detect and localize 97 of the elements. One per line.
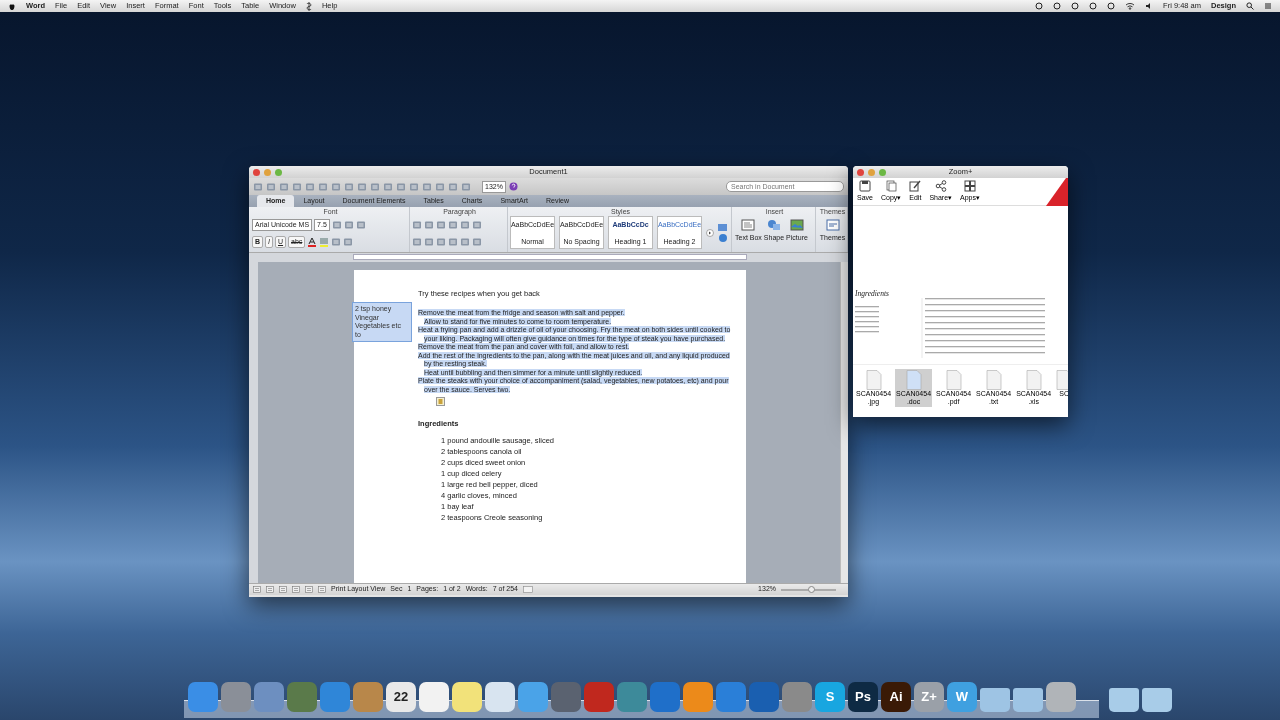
- toolbar-icon[interactable]: [412, 236, 422, 247]
- vertical-scrollbar[interactable]: [840, 262, 848, 583]
- toolbar-icon[interactable]: [292, 181, 302, 192]
- toolbar-icon[interactable]: [253, 181, 263, 192]
- file-icon: [985, 370, 1002, 390]
- toolbar-icon[interactable]: [424, 219, 434, 230]
- toolbar-icon[interactable]: [266, 181, 276, 192]
- toolbar-icon[interactable]: [412, 219, 422, 230]
- toolbar-icon[interactable]: [331, 236, 342, 247]
- book-icon[interactable]: [523, 586, 533, 593]
- toolbar-icon[interactable]: [422, 181, 432, 192]
- folder-icon[interactable]: [980, 688, 1010, 712]
- app-icon[interactable]: [551, 682, 581, 712]
- script-icon: [305, 1, 312, 11]
- minimize-button[interactable]: [868, 168, 875, 176]
- app-icon[interactable]: [254, 682, 284, 712]
- share-icon: [934, 180, 947, 193]
- app-icon[interactable]: [518, 682, 548, 712]
- toolbar-icon[interactable]: [472, 236, 482, 247]
- toolbar-icon[interactable]: [331, 219, 342, 230]
- folder-icon[interactable]: [1013, 688, 1043, 712]
- file-icon: [1025, 370, 1042, 390]
- text-box-icon: [741, 219, 756, 231]
- zoom-button[interactable]: [275, 168, 282, 176]
- file-icon: [865, 370, 882, 390]
- picture-icon: [790, 219, 804, 231]
- toolbar-icon[interactable]: [355, 219, 366, 230]
- app-icon[interactable]: [419, 682, 449, 712]
- folder-icon[interactable]: [1109, 688, 1139, 712]
- file-icon: [905, 370, 922, 390]
- toolbar-icon[interactable]: [461, 181, 471, 192]
- toolbar-icon[interactable]: [436, 236, 446, 247]
- minimize-button[interactable]: [264, 168, 271, 176]
- app-icon[interactable]: [452, 682, 482, 712]
- app-icon[interactable]: [683, 682, 713, 712]
- themes-icon: [825, 219, 840, 231]
- app-icon[interactable]: [485, 682, 515, 712]
- toolbar-icon[interactable]: [357, 181, 367, 192]
- toolbar-icon[interactable]: [344, 181, 354, 192]
- toolbar-icon[interactable]: [436, 219, 446, 230]
- toolbar-icon[interactable]: [331, 181, 341, 192]
- zoom-slider[interactable]: [781, 588, 836, 591]
- view-icon[interactable]: [279, 586, 287, 593]
- toolbar-icon[interactable]: [383, 181, 393, 192]
- app-icon[interactable]: Ps: [848, 682, 878, 712]
- app-icon[interactable]: [584, 682, 614, 712]
- toolbar-icon[interactable]: [318, 181, 328, 192]
- more-styles-icon[interactable]: [706, 228, 714, 237]
- file-icon: [945, 370, 962, 390]
- folder-icon[interactable]: [1142, 688, 1172, 712]
- style-effects-icon[interactable]: [718, 221, 728, 244]
- view-icon[interactable]: [253, 586, 261, 593]
- view-icon[interactable]: [266, 586, 274, 593]
- app-icon[interactable]: [287, 682, 317, 712]
- toolbar-icon[interactable]: [343, 219, 354, 230]
- clipboard-icon[interactable]: [436, 397, 445, 407]
- toolbar-icon[interactable]: [460, 219, 470, 230]
- app-icon[interactable]: [782, 682, 812, 712]
- apple-logo-icon: [8, 1, 16, 11]
- shapes-icon: [767, 219, 781, 231]
- toolbar-icon[interactable]: [448, 236, 458, 247]
- toolbar-icon[interactable]: [424, 236, 434, 247]
- app-icon[interactable]: [353, 682, 383, 712]
- toolbar-icon[interactable]: [448, 219, 458, 230]
- toolbar-icon[interactable]: [305, 181, 315, 192]
- toolbar-icon[interactable]: [279, 181, 289, 192]
- toolbar-icon[interactable]: [448, 181, 458, 192]
- toolbar-icon[interactable]: [343, 236, 354, 247]
- grid-icon: [964, 180, 977, 193]
- zoom-button[interactable]: [879, 168, 886, 176]
- app-icon[interactable]: [221, 682, 251, 712]
- toolbar-icon[interactable]: [460, 236, 470, 247]
- close-button[interactable]: [253, 168, 260, 176]
- app-icon[interactable]: [716, 682, 746, 712]
- app-icon[interactable]: [650, 682, 680, 712]
- toolbar-icon[interactable]: [435, 181, 445, 192]
- app-icon[interactable]: [320, 682, 350, 712]
- close-button[interactable]: [857, 168, 864, 176]
- pencil-icon: [909, 180, 922, 193]
- slider-thumb[interactable]: [808, 585, 816, 593]
- view-icon[interactable]: [292, 586, 300, 593]
- app-icon[interactable]: 22: [386, 682, 416, 712]
- view-icon[interactable]: [305, 586, 313, 593]
- app-icon[interactable]: [749, 682, 779, 712]
- font-color-icon[interactable]: [307, 236, 318, 247]
- app-icon[interactable]: Ai: [881, 682, 911, 712]
- toolbar-icon[interactable]: [472, 219, 482, 230]
- app-icon[interactable]: [617, 682, 647, 712]
- search-icon[interactable]: [1246, 2, 1254, 10]
- app-icon[interactable]: [188, 682, 218, 712]
- toolbar-icon[interactable]: [409, 181, 419, 192]
- toolbar-icon[interactable]: [370, 181, 380, 192]
- help-icon[interactable]: [508, 182, 518, 191]
- list-icon[interactable]: [1264, 2, 1272, 10]
- view-icon[interactable]: [318, 586, 326, 593]
- toolbar-icon[interactable]: [396, 181, 406, 192]
- wifi-icon[interactable]: [1125, 2, 1136, 10]
